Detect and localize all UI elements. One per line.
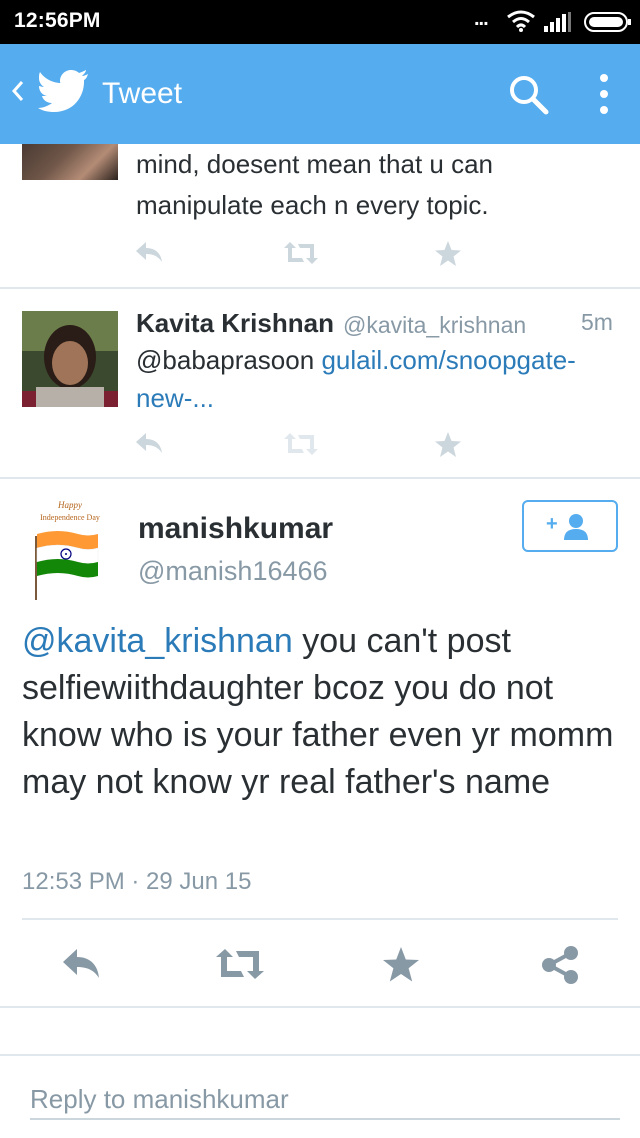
avatar[interactable] [22,144,118,180]
favorite-icon[interactable] [382,946,420,989]
wifi-icon [506,9,536,38]
favorite-icon[interactable] [434,431,462,464]
avatar[interactable] [22,311,118,407]
tweet-actions [0,425,640,465]
status-bar: 12:56PM ... [0,0,640,44]
favorite-icon[interactable] [434,240,462,273]
tweet-actions [0,234,640,274]
signal-icon [544,12,572,37]
tweet-link-cont[interactable]: new-... [136,383,214,413]
user-handle[interactable]: @kavita_krishnan [343,312,526,339]
status-time: 12:56PM [14,9,101,32]
follow-button[interactable]: + [522,500,618,552]
battery-icon [584,12,632,37]
retweet-icon[interactable] [284,431,318,462]
tweet-text: @kavita_krishnan you can't post selfiewi… [22,618,622,806]
tweet-time: 5m [581,309,613,335]
divider [0,1006,640,1008]
app-bar: Tweet [0,44,640,144]
add-user-icon: + [546,513,588,540]
more-vert-icon[interactable] [596,72,612,121]
divider [0,477,640,479]
tweet-text-line: mind, doesent mean that u can [136,149,494,179]
status-more-indicator: ... [474,8,489,30]
divider [22,918,618,920]
avatar-caption-line2: Independence Day [40,513,100,522]
svg-text:+: + [546,513,558,535]
reply-icon[interactable] [134,240,164,271]
mention[interactable]: @babaprasoon [136,345,314,375]
twitter-bird-icon[interactable] [38,68,90,117]
divider [0,287,640,289]
tweet-link[interactable]: gulail.com/snoopgate- [321,345,575,375]
retweet-icon[interactable] [284,240,318,271]
avatar[interactable]: Happy Independence Day [18,496,122,600]
app-bar-title: Tweet [102,77,183,110]
tweet-text: mind, doesent mean that u can manipulate… [136,144,616,226]
share-icon[interactable] [540,946,580,989]
reply-input[interactable] [30,1080,620,1120]
retweet-icon[interactable] [216,946,264,987]
reply-icon[interactable] [60,946,102,987]
avatar-caption-line1: Happy [57,500,82,510]
tweet-text: @babaprasoon gulail.com/snoopgate- new-.… [136,341,626,417]
search-icon[interactable] [508,74,550,121]
tweet-timestamp: 12:53 PM · 29 Jun 15 [22,868,252,895]
back-icon[interactable] [10,78,26,109]
user-name[interactable]: Kavita Krishnan [136,308,334,339]
mention[interactable]: @kavita_krishnan [22,622,293,660]
user-handle[interactable]: @manish16466 [138,556,328,587]
tweet-text-line: manipulate each n every topic. [136,190,489,220]
reply-icon[interactable] [134,431,164,462]
user-name[interactable]: manishkumar [138,512,333,546]
